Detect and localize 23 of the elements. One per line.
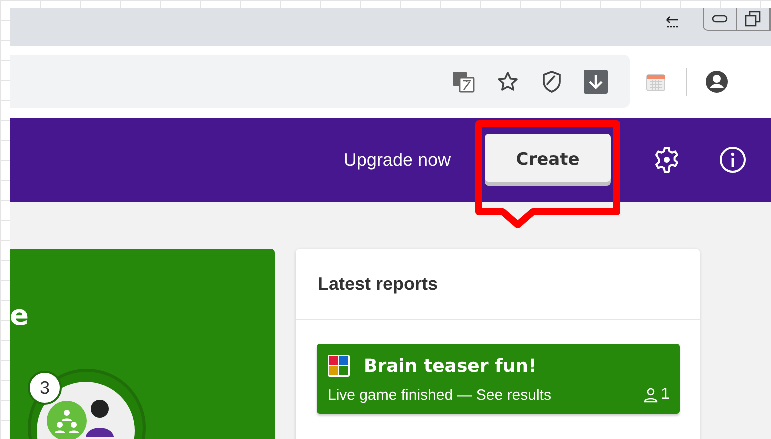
upgrade-link[interactable]: Upgrade now xyxy=(344,150,451,170)
translate-icon[interactable] xyxy=(452,70,476,94)
shield-icon[interactable] xyxy=(540,70,564,94)
report-title: Brain teaser fun! xyxy=(364,356,537,376)
restore-icon xyxy=(745,11,761,27)
address-bar[interactable] xyxy=(10,55,630,108)
info-icon[interactable] xyxy=(719,146,747,174)
card-title: Latest reports xyxy=(318,274,438,294)
arrows-icon[interactable] xyxy=(665,16,679,30)
report-status: Live game finished — See results xyxy=(328,386,552,404)
download-icon[interactable] xyxy=(584,70,608,94)
star-icon[interactable] xyxy=(496,70,520,94)
promo-title: e xyxy=(10,299,30,333)
settings-icon[interactable] xyxy=(653,146,681,174)
account-icon[interactable] xyxy=(705,70,729,94)
step-badge: 3 xyxy=(28,371,62,405)
minimize-icon xyxy=(712,15,728,23)
group-icon xyxy=(47,401,87,439)
game-icon xyxy=(328,355,350,377)
report-item[interactable]: Brain teaser fun! Live game finished — See results 1 xyxy=(317,344,680,414)
player-count: 1 xyxy=(661,386,670,404)
person-icon xyxy=(644,388,658,402)
create-button[interactable]: Create xyxy=(485,134,611,186)
